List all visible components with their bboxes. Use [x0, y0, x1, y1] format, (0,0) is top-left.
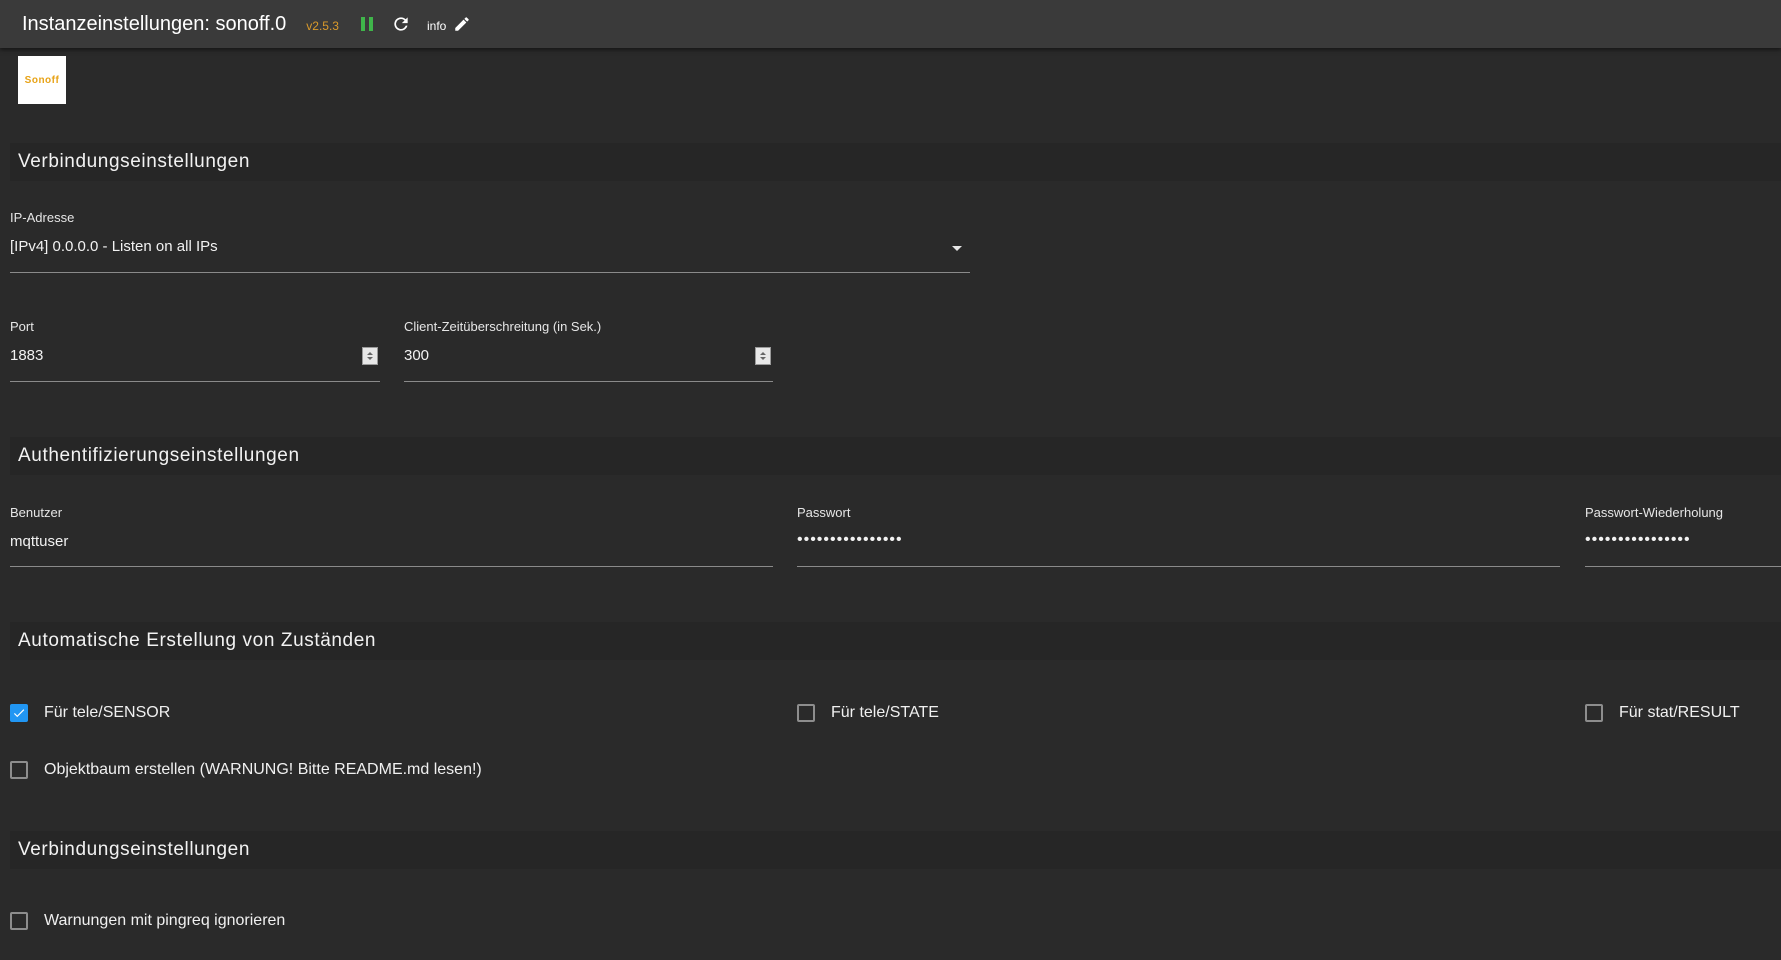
port-label: Port — [10, 319, 34, 334]
user-label: Benutzer — [10, 505, 63, 520]
adapter-logo: Sonoff — [18, 56, 66, 104]
ip-address-label: IP-Adresse — [10, 210, 75, 225]
refresh-icon[interactable] — [391, 14, 411, 34]
port-input[interactable]: Port 1883 — [10, 319, 380, 382]
checkbox-unchecked-icon[interactable] — [10, 912, 28, 930]
checkbox-unchecked-icon[interactable] — [10, 761, 28, 779]
page-title: Instanzeinstellungen: sonoff.0 — [22, 12, 287, 35]
pause-icon[interactable] — [360, 17, 373, 31]
ip-address-underline — [10, 272, 970, 273]
app-toolbar: Instanzeinstellungen: sonoff.0 v2.5.3 in… — [0, 0, 1781, 48]
version-badge: v2.5.3 — [306, 19, 339, 33]
section-auto-states-header: Automatische Erstellung von Zuständen — [10, 622, 1781, 660]
user-value[interactable]: mqttuser — [10, 533, 68, 550]
client-timeout-underline — [404, 381, 773, 382]
password-input[interactable]: Passwort •••••••••••••••• — [797, 505, 1560, 567]
password-repeat-label: Passwort-Wiederholung — [1585, 505, 1724, 520]
tele-sensor-checkbox[interactable]: Für tele/SENSOR — [10, 704, 170, 722]
port-value[interactable]: 1883 — [10, 347, 43, 364]
section-connection-header: Verbindungseinstellungen — [10, 143, 1781, 181]
ip-address-select[interactable]: IP-Adresse [IPv4] 0.0.0.0 - Listen on al… — [10, 210, 970, 273]
password-value[interactable]: •••••••••••••••• — [797, 531, 903, 549]
password-underline — [797, 566, 1560, 567]
checkbox-unchecked-icon[interactable] — [1585, 704, 1603, 722]
object-tree-checkbox[interactable]: Objektbaum erstellen (WARNUNG! Bitte REA… — [10, 761, 482, 779]
stat-result-checkbox[interactable]: Für stat/RESULT — [1585, 704, 1740, 722]
chevron-down-icon[interactable] — [952, 246, 962, 251]
checkbox-unchecked-icon[interactable] — [797, 704, 815, 722]
user-underline — [10, 566, 773, 567]
password-label: Passwort — [797, 505, 851, 520]
user-input[interactable]: Benutzer mqttuser — [10, 505, 773, 567]
section-connection2-header: Verbindungseinstellungen — [10, 831, 1781, 869]
ip-address-value[interactable]: [IPv4] 0.0.0.0 - Listen on all IPs — [10, 238, 218, 255]
client-timeout-label: Client-Zeitüberschreitung (in Sek.) — [404, 319, 602, 334]
port-stepper[interactable] — [362, 347, 378, 365]
section-auth-header: Authentifizierungseinstellungen — [10, 437, 1781, 475]
client-timeout-stepper[interactable] — [755, 347, 771, 365]
password-repeat-underline — [1585, 566, 1781, 567]
stat-result-label[interactable]: Für stat/RESULT — [1619, 704, 1740, 722]
logo-text: Sonoff — [24, 74, 60, 86]
pingreq-checkbox[interactable]: Warnungen mit pingreq ignorieren — [10, 912, 285, 930]
password-repeat-value[interactable]: •••••••••••••••• — [1585, 531, 1691, 549]
edit-icon[interactable] — [453, 15, 471, 33]
password-repeat-input[interactable]: Passwort-Wiederholung •••••••••••••••• — [1585, 505, 1781, 567]
client-timeout-value[interactable]: 300 — [404, 347, 429, 364]
port-underline — [10, 381, 380, 382]
info-link[interactable]: info — [427, 19, 446, 33]
pingreq-label[interactable]: Warnungen mit pingreq ignorieren — [44, 912, 285, 930]
object-tree-label[interactable]: Objektbaum erstellen (WARNUNG! Bitte REA… — [44, 761, 482, 779]
checkbox-checked-icon[interactable] — [10, 704, 28, 722]
tele-state-label[interactable]: Für tele/STATE — [831, 704, 939, 722]
tele-state-checkbox[interactable]: Für tele/STATE — [797, 704, 939, 722]
tele-sensor-label[interactable]: Für tele/SENSOR — [44, 704, 170, 722]
client-timeout-input[interactable]: Client-Zeitüberschreitung (in Sek.) 300 — [404, 319, 773, 382]
